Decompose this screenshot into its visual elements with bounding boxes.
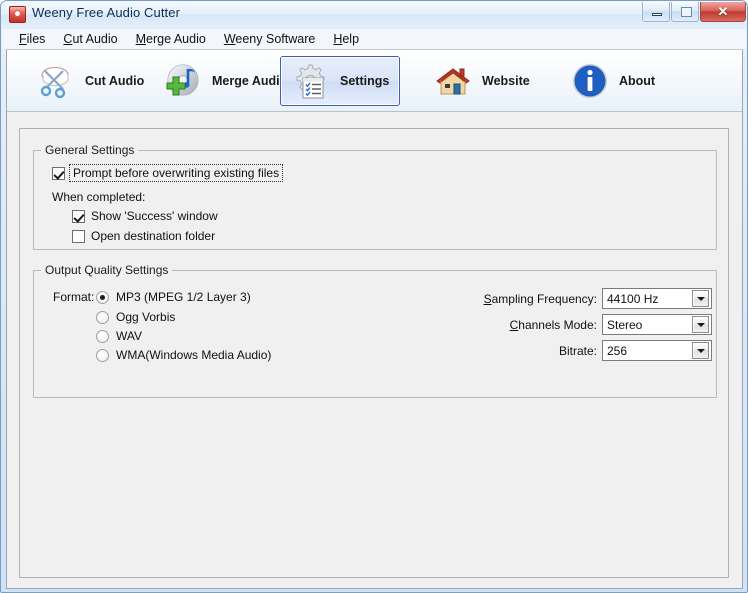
format-radio-mp3-label: MP3 (MPEG 1/2 Layer 3) <box>116 290 251 304</box>
open-destination-label: Open destination folder <box>91 229 216 243</box>
menu-item-files[interactable]: Files <box>10 31 54 48</box>
window-title: Weeny Free Audio Cutter <box>32 5 181 20</box>
chevron-down-icon[interactable] <box>692 316 709 333</box>
format-radio-wma-label: WMA(Windows Media Audio) <box>116 348 272 362</box>
title-bar: Weeny Free Audio Cutter ✕ <box>1 1 747 29</box>
close-button[interactable]: ✕ <box>700 2 746 22</box>
sampling-frequency-label: Sampling Frequency: <box>483 292 597 306</box>
format-radio-wav[interactable] <box>96 329 109 343</box>
toolbar-button-label: Merge Audio <box>212 74 288 88</box>
info-circle-icon <box>570 61 610 101</box>
menu-item-merge-audio[interactable]: Merge Audio <box>127 31 215 48</box>
open-destination-checkbox[interactable] <box>72 229 85 243</box>
menu-bar: Files Cut Audio Merge Audio Weeny Softwa… <box>2 29 746 49</box>
toolbar-button-label: About <box>619 74 656 88</box>
output-quality-settings-title: Output Quality Settings <box>41 263 173 277</box>
format-radio-wav-label: WAV <box>116 329 142 343</box>
format-radio-ogg-row[interactable]: Ogg Vorbis <box>96 310 175 324</box>
toolbar-button-about[interactable]: About <box>559 56 666 106</box>
house-icon <box>433 61 473 101</box>
cd-music-plus-icon <box>163 61 203 101</box>
bitrate-value: 256 <box>607 343 628 358</box>
gear-checklist-icon <box>291 61 331 101</box>
toolbar-button-label: Website <box>482 74 530 88</box>
format-radio-ogg-vorbis[interactable] <box>96 310 109 324</box>
prompt-overwrite-checkbox[interactable] <box>52 166 65 180</box>
format-radio-wav-row[interactable]: WAV <box>96 329 142 343</box>
show-success-checkbox-row[interactable]: Show 'Success' window <box>72 209 218 223</box>
toolbar-button-label: Cut Audio <box>85 74 145 88</box>
prompt-overwrite-label: Prompt before overwriting existing files <box>68 164 284 182</box>
window-controls: ✕ <box>641 2 746 22</box>
sampling-frequency-value: 44100 Hz <box>607 291 659 306</box>
toolbar-button-cut-audio[interactable]: Cut Audio <box>25 56 155 106</box>
bitrate-label: Bitrate: <box>558 344 597 358</box>
channels-mode-label: Channels Mode: <box>509 318 597 332</box>
when-completed-label: When completed: <box>52 190 146 204</box>
chevron-down-icon[interactable] <box>692 290 709 307</box>
show-success-label: Show 'Success' window <box>91 209 218 223</box>
menu-item-cut-audio[interactable]: Cut Audio <box>54 31 126 48</box>
toolbar-button-settings[interactable]: Settings <box>280 56 401 106</box>
show-success-checkbox[interactable] <box>72 209 85 223</box>
scissors-icon <box>36 61 76 101</box>
close-icon: ✕ <box>717 4 729 19</box>
maximize-button[interactable] <box>671 2 699 22</box>
format-radio-wma-row[interactable]: WMA(Windows Media Audio) <box>96 348 271 362</box>
format-radio-mp3[interactable] <box>96 290 109 304</box>
chevron-down-icon[interactable] <box>692 342 709 359</box>
open-destination-checkbox-row[interactable]: Open destination folder <box>72 229 215 243</box>
general-settings-title: General Settings <box>41 143 139 157</box>
channels-mode-select[interactable]: Stereo <box>602 314 712 335</box>
format-label: Format: <box>53 290 95 304</box>
app-icon <box>9 6 26 23</box>
menu-item-weeny-software[interactable]: Weeny Software <box>215 31 325 48</box>
format-radio-mp3-row[interactable]: MP3 (MPEG 1/2 Layer 3) <box>96 290 251 304</box>
toolbar-button-label: Settings <box>340 74 390 88</box>
channels-mode-value: Stereo <box>607 317 643 332</box>
toolbar-button-website[interactable]: Website <box>422 56 541 106</box>
client-area: Cut Audio Merge Audio Settings Website A… <box>6 49 743 589</box>
sampling-frequency-select[interactable]: 44100 Hz <box>602 288 712 309</box>
format-radio-wma[interactable] <box>96 348 109 362</box>
when-completed-label-row: When completed: <box>52 190 145 204</box>
format-label-row: Format: <box>53 290 94 304</box>
toolbar: Cut Audio Merge Audio Settings Website A… <box>7 50 742 112</box>
bitrate-select[interactable]: 256 <box>602 340 712 361</box>
toolbar-button-merge-audio[interactable]: Merge Audio <box>152 56 298 106</box>
menu-item-help[interactable]: Help <box>324 31 368 48</box>
application-window: Weeny Free Audio Cutter ✕ Files Cut Audi… <box>0 0 748 593</box>
prompt-overwrite-checkbox-row[interactable]: Prompt before overwriting existing files <box>52 164 284 182</box>
format-radio-ogg-label: Ogg Vorbis <box>116 310 176 324</box>
minimize-button[interactable] <box>642 2 670 22</box>
